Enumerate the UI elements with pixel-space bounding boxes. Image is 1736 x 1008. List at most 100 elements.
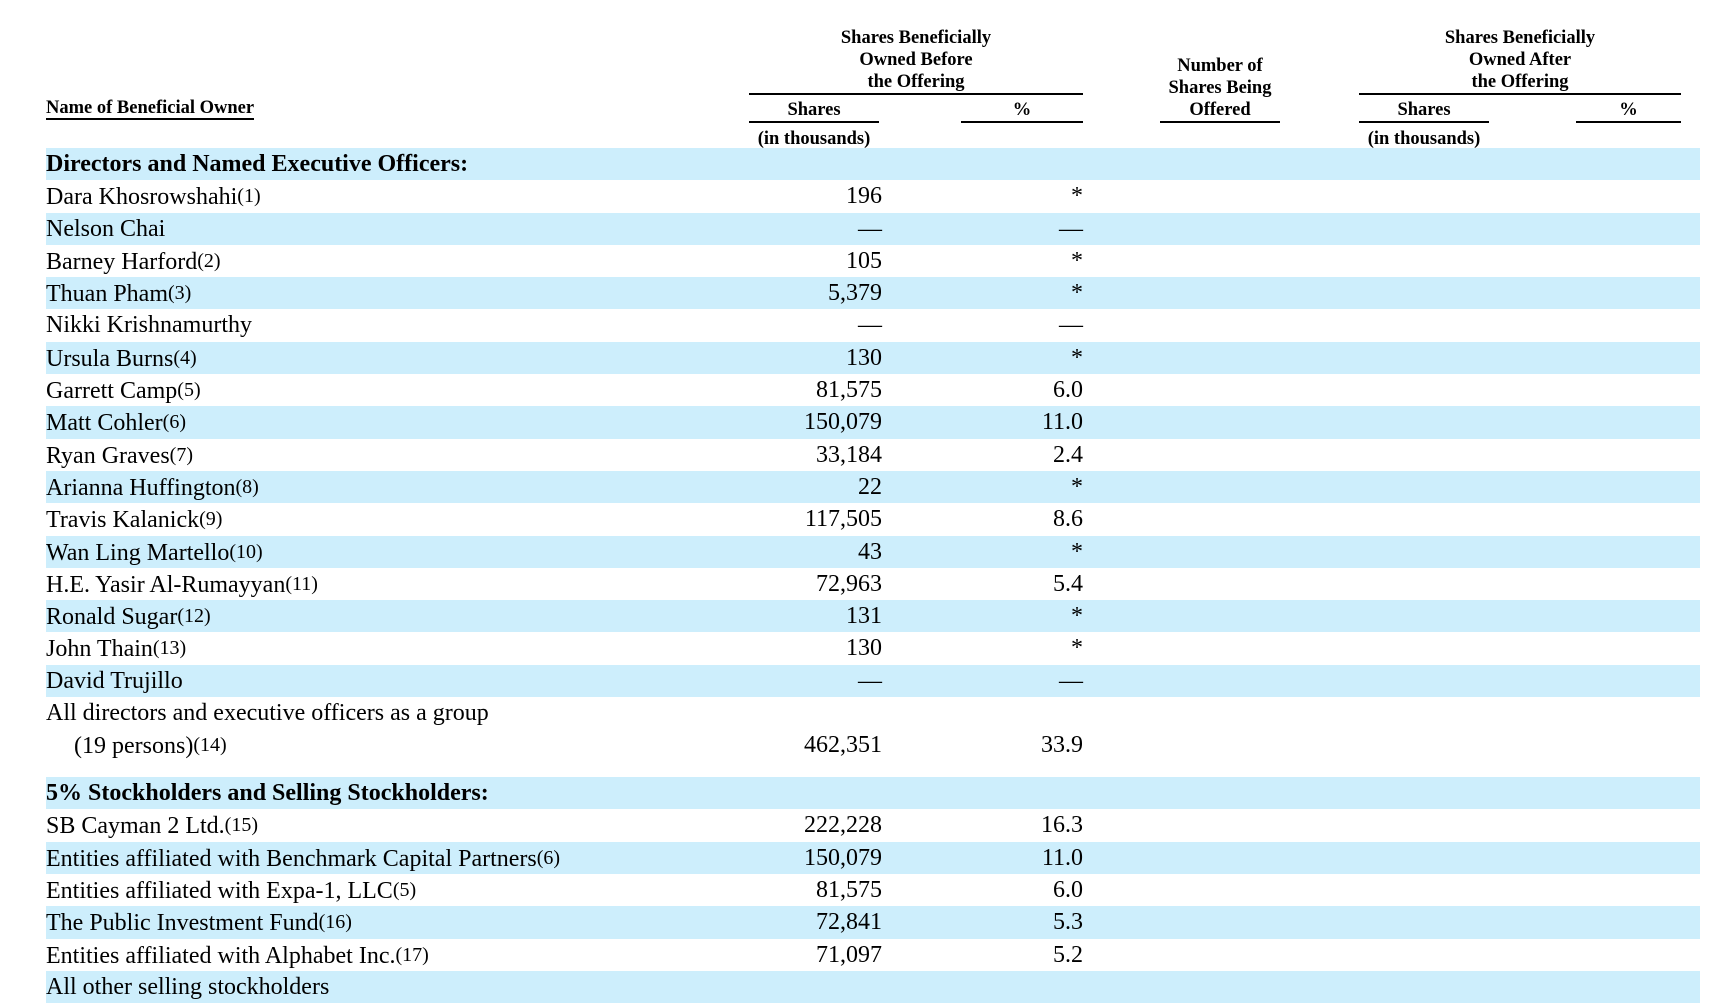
percent-before-cell: —: [1059, 215, 1083, 242]
percent-before-cell: 6.0: [1053, 876, 1083, 903]
percent-before-cell: 5.2: [1053, 941, 1083, 968]
owner-name: H.E. Yasir Al-Rumayyan: [46, 571, 286, 598]
percent-before-cell: 5.4: [1053, 570, 1083, 597]
footnote-ref: (10): [229, 540, 263, 563]
owner-name-cell: Thuan Pham(3): [46, 277, 191, 310]
table-row: John Thain(13) 130 *: [46, 632, 1700, 664]
owner-name-cell: Entities affiliated with Benchmark Capit…: [46, 842, 560, 875]
before-group-line-1: Shares Beneficially: [840, 28, 992, 48]
percent-before-cell: *: [1071, 473, 1083, 500]
name-column-header-label: Name of Beneficial Owner: [46, 98, 255, 120]
before-shares-header: Shares: [749, 99, 879, 121]
after-pct-header: %: [1576, 99, 1681, 121]
shares-before-cell: 71,097: [816, 941, 882, 968]
after-pct-rule: [1576, 121, 1681, 123]
shares-before-cell: 22: [858, 473, 882, 500]
footnote-ref: (15): [224, 814, 258, 837]
shares-before-cell: 33,184: [816, 441, 882, 468]
footnote-ref: (17): [395, 943, 429, 966]
table-row: Matt Cohler(6) 150,079 11.0: [46, 406, 1700, 439]
table-row: H.E. Yasir Al-Rumayyan(11) 72,963 5.4: [46, 568, 1700, 600]
before-group-rule: [749, 93, 1083, 95]
shares-before-cell: 196: [846, 183, 882, 210]
percent-before-cell: 8.6: [1053, 506, 1083, 533]
after-thousands-label: (in thousands): [1367, 129, 1481, 149]
owner-name-cell: Nikki Krishnamurthy: [46, 309, 252, 341]
owner-name-cell: Travis Kalanick(9): [46, 503, 222, 536]
owner-name: Entities affiliated with Expa-1, LLC: [46, 877, 393, 904]
owner-name-cell: Dara Khosrowshahi(1): [46, 180, 261, 213]
owner-name-cell: 5% Stockholders and Selling Stockholders…: [46, 777, 489, 809]
owner-name: Nelson Chai: [46, 215, 166, 242]
percent-before-cell: *: [1071, 183, 1083, 210]
beneficial-ownership-table: Directors and Named Executive Officers: D…: [46, 148, 1700, 1004]
table-row: Thuan Pham(3) 5,379 *: [46, 277, 1700, 310]
table-row: Garrett Camp(5) 81,575 6.0: [46, 374, 1700, 406]
owner-name: Ryan Graves: [46, 442, 170, 469]
before-shares-label: Shares: [787, 100, 841, 120]
owner-name-cell: Ronald Sugar(12): [46, 600, 211, 633]
owner-name-cell: Barney Harford(2): [46, 245, 221, 278]
percent-before-cell: 16.3: [1041, 812, 1083, 839]
table-row: Wan Ling Martello(10) 43 *: [46, 535, 1700, 568]
owner-name: All other selling stockholders: [46, 973, 330, 1000]
table-row: Barney Harford(2) 105 *: [46, 245, 1700, 277]
owner-name: 5% Stockholders and Selling Stockholders…: [46, 780, 489, 807]
shares-before-cell: 117,505: [804, 506, 882, 533]
before-pct-label: %: [1012, 100, 1032, 120]
shares-before-cell: 43: [858, 538, 882, 565]
before-offering-group-header: Shares Beneficially Owned Before the Off…: [749, 27, 1083, 93]
name-column-header: Name of Beneficial Owner: [46, 97, 255, 120]
owner-name-cell: Garrett Camp(5): [46, 374, 201, 407]
after-pct-label: %: [1619, 100, 1638, 120]
section-header-row: Directors and Named Executive Officers:: [46, 148, 1700, 181]
after-shares-header: Shares: [1359, 99, 1489, 121]
owner-name: Directors and Named Executive Officers:: [46, 151, 469, 177]
percent-before-cell: —: [1059, 312, 1083, 339]
owner-name-cell: All other selling stockholders: [46, 971, 329, 1003]
footnote-ref: (16): [318, 911, 352, 934]
percent-before-cell: *: [1071, 247, 1083, 274]
owner-name-cell: All directors and executive officers as …: [46, 697, 489, 762]
owner-name-cell: SB Cayman 2 Ltd.(15): [46, 809, 258, 842]
offered-line-3: Offered: [1189, 100, 1251, 120]
percent-before-cell: *: [1071, 603, 1083, 630]
table-row: Ronald Sugar(12) 131 *: [46, 600, 1700, 633]
owner-name-continuation: (19 persons)(14): [46, 729, 489, 762]
after-shares-label: Shares: [1397, 100, 1451, 120]
owner-name-cell: Nelson Chai: [46, 213, 165, 245]
owner-name: Arianna Huffington: [46, 474, 236, 501]
after-shares-rule: [1359, 121, 1489, 123]
footnote-ref: (2): [197, 249, 221, 272]
before-shares-rule: [749, 121, 879, 123]
owner-name-cell: David Trujillo: [46, 665, 183, 697]
table-row: Entities affiliated with Expa-1, LLC(5) 8…: [46, 874, 1700, 906]
table-row: Ursula Burns(4) 130 *: [46, 341, 1700, 375]
owner-name: Nikki Krishnamurthy: [46, 312, 252, 339]
owner-name: Barney Harford: [46, 248, 198, 275]
shares-before-cell: —: [858, 667, 882, 694]
owner-name: All directors and executive officers as …: [46, 700, 489, 727]
table-row: Dara Khosrowshahi(1) 196 *: [46, 180, 1700, 212]
shares-before-cell: 150,079: [804, 409, 882, 436]
footnote-ref: (4): [173, 346, 197, 369]
owner-name-line-2: (19 persons): [74, 733, 194, 760]
shares-before-cell: 81,575: [816, 876, 882, 903]
footnote-ref: (8): [235, 475, 259, 498]
offered-line-2: Shares Being: [1168, 78, 1272, 98]
percent-before-cell: 11.0: [1041, 844, 1083, 871]
after-group-rule: [1359, 93, 1681, 95]
footnote-ref: (1): [237, 185, 261, 208]
owner-name-cell: Matt Cohler(6): [46, 406, 186, 439]
owner-name-cell: Entities affiliated with Expa-1, LLC(5): [46, 874, 416, 907]
owner-name: John Thain: [46, 636, 153, 663]
after-group-line-2: Owned After: [1468, 50, 1572, 70]
owner-name: Entities affiliated with Alphabet Inc.: [46, 942, 396, 969]
footnote-ref: (6): [162, 411, 186, 434]
table-row: David Trujillo — —: [46, 664, 1700, 698]
percent-before-cell: 6.0: [1053, 377, 1083, 404]
before-group-line-3: the Offering: [867, 72, 965, 92]
after-group-line-3: the Offering: [1471, 72, 1569, 92]
before-group-line-2: Owned Before: [859, 50, 973, 70]
footnote-ref: (3): [167, 282, 192, 305]
